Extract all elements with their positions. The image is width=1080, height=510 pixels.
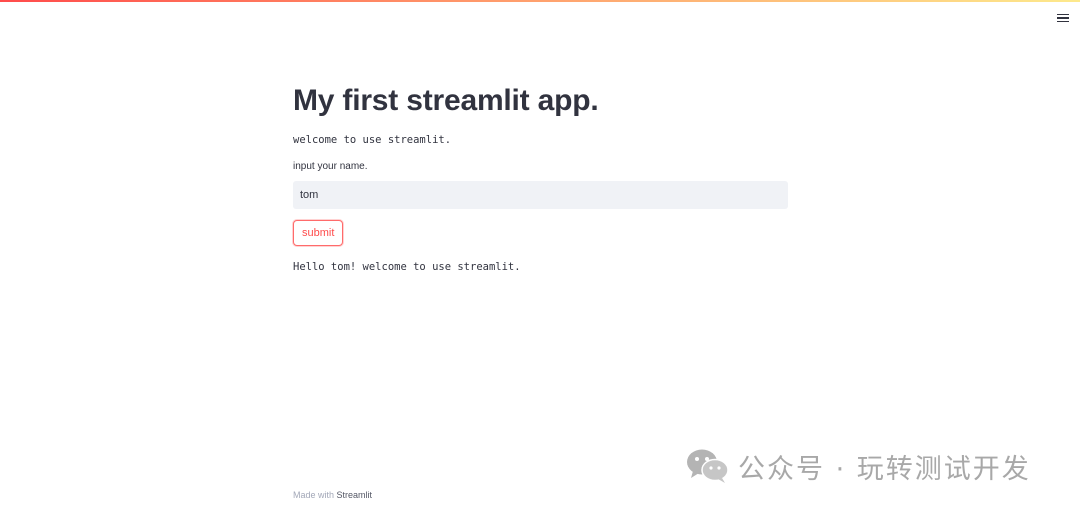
watermark: 公众号 · 玩转测试开发 [686,447,1031,485]
name-input[interactable] [293,181,788,209]
main-content: My first streamlit app. welcome to use s… [293,80,788,275]
watermark-text: 公众号 · 玩转测试开发 [738,453,1031,485]
streamlit-link[interactable]: Streamlit [337,490,373,500]
footer: Made with Streamlit [293,490,372,500]
footer-prefix: Made with [293,490,335,500]
name-input-label: input your name. [293,161,368,172]
app-page: My first streamlit app. welcome to use s… [0,0,1080,510]
menu-bar [1057,20,1069,23]
page-title: My first streamlit app. [293,84,599,117]
welcome-text: welcome to use streamlit. [293,134,452,146]
menu-bar [1057,13,1069,16]
hamburger-menu-icon[interactable] [1055,10,1071,26]
submit-button[interactable]: submit [293,220,344,246]
greeting-output: Hello tom! welcome to use streamlit. [293,261,521,273]
top-decoration-bar [0,0,1080,2]
wechat-icon [687,449,729,483]
menu-bar [1057,17,1069,19]
